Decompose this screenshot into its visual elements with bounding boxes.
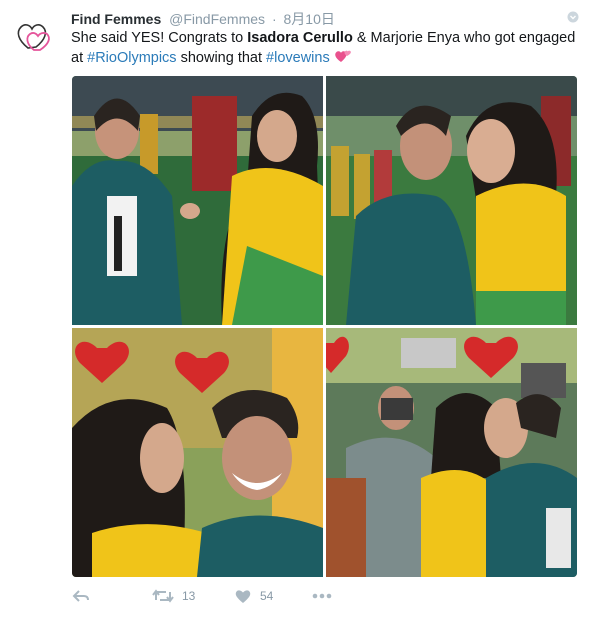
display-name[interactable]: Find Femmes xyxy=(71,11,161,27)
retweet-icon xyxy=(152,589,174,603)
reply-icon xyxy=(72,590,89,602)
photo-kiss-photographers[interactable] xyxy=(326,328,577,577)
retweet-button[interactable]: 13 xyxy=(152,588,195,604)
like-icon xyxy=(235,590,251,603)
photo-grid xyxy=(72,76,577,577)
avatar-hearts-icon xyxy=(17,24,47,49)
separator-dot: · xyxy=(271,11,277,27)
tweet-text-bold-name: Isadora Cerullo xyxy=(247,30,353,46)
tweet-text-part3: showing that xyxy=(176,50,267,66)
like-count: 54 xyxy=(260,589,274,603)
two-hearts-emoji-icon xyxy=(334,50,351,62)
photo-smiling-close[interactable] xyxy=(72,328,323,577)
tweet-text: She said YES! Congrats to Isadora Cerull… xyxy=(71,28,579,68)
hashtag-rio-olympics[interactable]: #RioOlympics xyxy=(87,50,176,66)
tweet-header: Find Femmes @FindFemmes · 8月10日 xyxy=(71,9,335,29)
user-handle[interactable]: @FindFemmes xyxy=(169,11,265,27)
more-icon xyxy=(312,593,332,599)
tweet-date[interactable]: 8月10日 xyxy=(284,11,335,27)
retweet-count: 13 xyxy=(182,589,196,603)
photo-forehead-touch[interactable] xyxy=(326,76,577,325)
caret-icon[interactable] xyxy=(567,11,579,23)
photo-proposal-kneeling[interactable] xyxy=(72,76,323,325)
profile-avatar[interactable] xyxy=(14,14,58,58)
tweet-text-part1: She said YES! Congrats to xyxy=(71,30,248,46)
like-button[interactable]: 54 xyxy=(234,588,273,604)
reply-button[interactable] xyxy=(72,588,90,604)
hashtag-lovewins[interactable]: #lovewins xyxy=(266,50,330,66)
more-button[interactable] xyxy=(312,588,332,604)
